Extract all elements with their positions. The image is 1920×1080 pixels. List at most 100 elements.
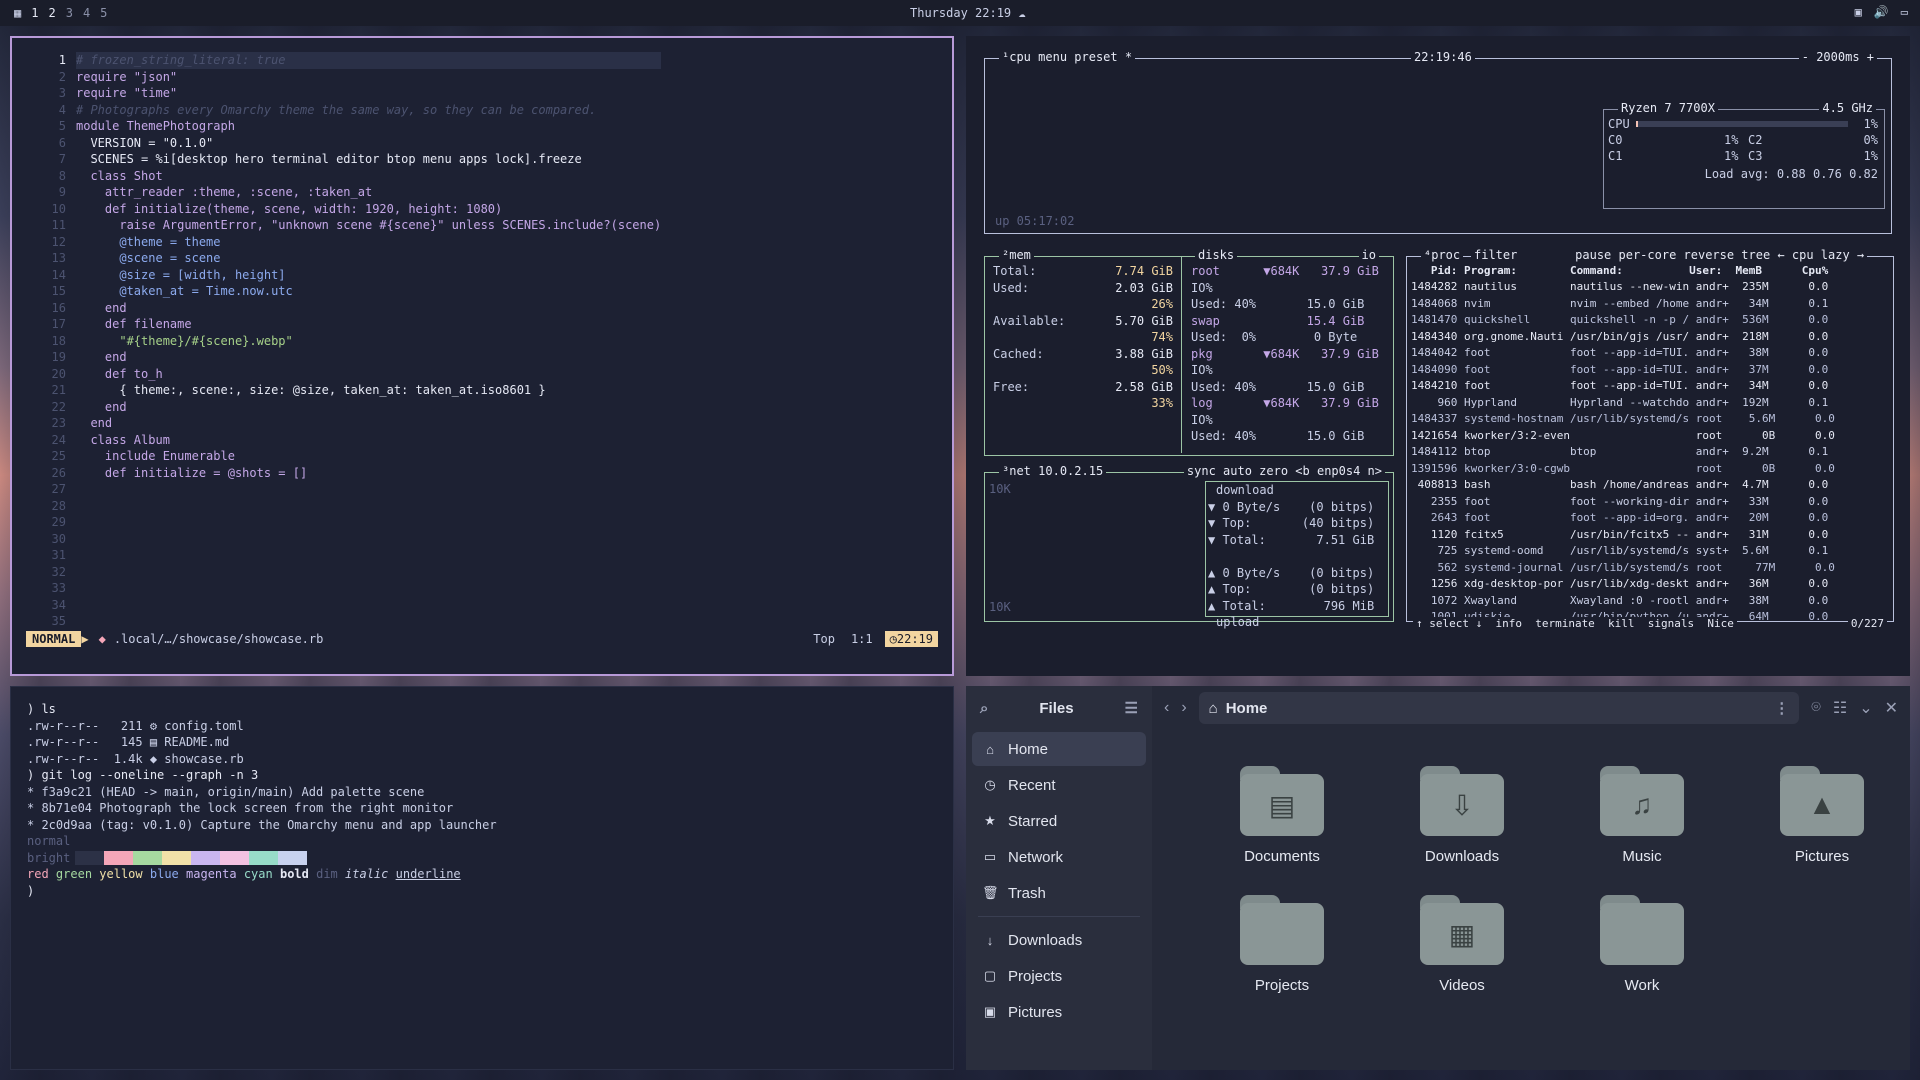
process-row[interactable]: 1421654 kworker/3:2-even root 0B 0.0 (1411, 428, 1835, 445)
code-line: end (76, 300, 127, 315)
workspace-5[interactable]: 5 (100, 6, 107, 20)
process-row[interactable]: 960 Hyprland Hyprland --watchdo andr+ 19… (1411, 395, 1835, 412)
folder-projects[interactable]: Projects (1192, 895, 1372, 994)
proc-options[interactable]: filter pause per-core reverse tree ← cpu… (1471, 248, 1868, 262)
folder-work[interactable]: Work (1552, 895, 1732, 994)
volume-icon[interactable]: 🔊 (1874, 5, 1889, 19)
list-view-icon[interactable]: ☷ (1833, 698, 1847, 718)
code-area[interactable]: # frozen_string_literal: true require "js… (76, 52, 662, 481)
update-interval[interactable]: - 2000ms + (1798, 50, 1877, 64)
screen-icon[interactable]: ▣ (1855, 5, 1862, 19)
sidebar-item-home[interactable]: ⌂ Home (972, 732, 1146, 766)
folder-name: Projects (1254, 977, 1310, 994)
line-number: 25 (51, 449, 66, 463)
line-number: 24 (51, 432, 66, 447)
clock[interactable]: Thursday 22:19 ☁ (910, 6, 1026, 20)
proc-label[interactable]: ⁴proc (1421, 248, 1464, 262)
back-icon[interactable]: ‹ (1164, 699, 1169, 717)
process-row[interactable]: 2355 foot foot --working-dir andr+ 33M 0… (1411, 494, 1835, 511)
net-row: ▼ Top: (40 bitps) (1208, 516, 1375, 530)
workspace-4[interactable]: 4 (83, 6, 90, 20)
style-sample: yellow (99, 867, 143, 881)
app-title: Files (1039, 699, 1074, 717)
net-label[interactable]: ³net 10.0.2.15 (999, 464, 1107, 478)
folder-icon: ♫ (1600, 766, 1684, 836)
process-row[interactable]: 1484042 foot foot --app-id=TUI. andr+ 38… (1411, 345, 1835, 362)
editor-window[interactable]: 1 2 3 4 5 6 7 8 9 10 11 12 13 14 15 16 17 18 19 20 21 22 23 24 2… (10, 36, 954, 676)
style-sample: bold (279, 867, 309, 881)
sidebar-item-network[interactable]: ▭ Network (972, 840, 1146, 874)
forward-icon[interactable]: › (1181, 699, 1186, 717)
net-options[interactable]: sync auto zero <b enp0s4 n> (1183, 464, 1385, 478)
process-row[interactable]: 408813 bash bash /home/andreas andr+ 4.7… (1411, 477, 1835, 494)
folder-documents[interactable]: ▤ Documents (1192, 766, 1372, 865)
code-line: { theme:, scene:, size: @size, taken_at:… (76, 383, 546, 397)
process-row[interactable]: 1256 xdg-desktop-por /usr/lib/xdg-deskt … (1411, 576, 1835, 593)
folder-videos[interactable]: ▦ Videos (1372, 895, 1552, 994)
process-row[interactable]: 725 systemd-oomd /usr/lib/systemd/s syst… (1411, 543, 1835, 560)
sidebar-item-projects[interactable]: ▢ Projects (972, 959, 1146, 993)
sidebar-item-pictures[interactable]: ▣ Pictures (972, 995, 1146, 1029)
folder-music[interactable]: ♫ Music (1552, 766, 1732, 865)
folder-glyph: ▤ (1240, 774, 1324, 836)
proc-footer[interactable]: ↑ select ↓ info terminate kill signals N… (1413, 617, 1737, 630)
workspace-1[interactable]: 1 (31, 6, 38, 20)
process-row[interactable]: 1484337 systemd-hostnam /usr/lib/systemd… (1411, 411, 1835, 428)
process-row[interactable]: 1120 fcitx5 /usr/bin/fcitx5 -- andr+ 31M… (1411, 527, 1835, 544)
folder-glyph: ▲ (1780, 774, 1864, 836)
folder-downloads[interactable]: ⇩ Downloads (1372, 766, 1552, 865)
menu-icon[interactable]: ☰ (1125, 699, 1138, 717)
workspace-2[interactable]: 2 (48, 6, 55, 20)
process-row[interactable]: 1484282 nautilus nautilus --new-win andr… (1411, 279, 1835, 296)
files-window[interactable]: ⌕ Files ☰ ⌂ Home ◷ Recent ★ Starred ▭ Network 🗑 T… (966, 686, 1910, 1070)
btop-window[interactable]: ¹cpu menu preset * 22:19:46 - 2000ms + u… (966, 36, 1910, 676)
sidebar-divider (978, 916, 1140, 917)
process-row[interactable]: 2643 foot foot --app-id=org. andr+ 20M 0… (1411, 510, 1835, 527)
process-row[interactable]: 1391596 kworker/3:0-cgwb root 0B 0.0 (1411, 461, 1835, 478)
line-number: 35 (51, 614, 66, 628)
grid-icon[interactable]: ▦ (14, 6, 21, 20)
sidebar-item-downloads[interactable]: ↓ Downloads (972, 923, 1146, 957)
prompt[interactable]: ) (27, 883, 497, 900)
monitor-icon[interactable]: ▭ (1901, 5, 1908, 19)
sidebar-item-recent[interactable]: ◷ Recent (972, 768, 1146, 802)
disk-row: Used: 40% 15.0 GiB (1191, 297, 1365, 311)
process-row[interactable]: 1484090 foot foot --app-id=TUI. andr+ 37… (1411, 362, 1835, 379)
line-number: 12 (51, 234, 66, 249)
disks-label[interactable]: disks (1195, 248, 1238, 262)
cpu-tab[interactable]: ¹cpu (1002, 50, 1031, 64)
process-list[interactable]: 1484282 nautilus nautilus --new-win andr… (1411, 279, 1835, 626)
sidebar-item-starred[interactable]: ★ Starred (972, 804, 1146, 838)
workspace-3[interactable]: 3 (66, 6, 73, 20)
process-row[interactable]: 1481470 quickshell quickshell -n -p / an… (1411, 312, 1835, 329)
chevron-down-icon[interactable]: ⌄ (1859, 698, 1872, 718)
process-row[interactable]: 1484340 org.gnome.Nauti /usr/bin/gjs /us… (1411, 329, 1835, 346)
cpu-total-label: CPU (1608, 117, 1630, 131)
terminal-window[interactable]: ) ls .rw-r--r-- 211 ⚙ config.toml .rw-r--r… (10, 686, 954, 1070)
close-icon[interactable]: ✕ (1885, 698, 1898, 718)
mem-label[interactable]: ²mem (999, 248, 1034, 262)
preset-tab[interactable]: preset * (1074, 50, 1132, 64)
process-row[interactable]: 562 systemd-journal /usr/lib/systemd/s r… (1411, 560, 1834, 577)
disk-row: root ▼684K 37.9 GiB (1191, 264, 1379, 278)
process-row[interactable]: 1484068 nvim nvim --embed /home andr+ 34… (1411, 296, 1835, 313)
sidebar-item-trash[interactable]: 🗑 Trash (972, 876, 1146, 910)
downloads-icon: ↓ (986, 932, 994, 948)
mem-value: 33% (1151, 396, 1173, 410)
terminal-line: .rw-r--r-- 145 ▤ README.md (27, 735, 230, 749)
io-label[interactable]: io (1358, 248, 1379, 262)
camera-icon[interactable]: ⌾ (1811, 699, 1821, 717)
process-row[interactable]: 1484210 foot foot --app-id=TUI. andr+ 34… (1411, 378, 1835, 395)
style-sample: underline (395, 867, 461, 881)
code-line: module ThemePhotograph (76, 119, 235, 133)
mem-key: Cached: (993, 346, 1044, 361)
menu-tab[interactable]: menu (1038, 50, 1067, 64)
kebab-icon[interactable]: ⋮ (1774, 699, 1789, 717)
line-number: 30 (51, 531, 66, 546)
mem-row: Used: 2.03 GiB (993, 280, 1173, 297)
process-row[interactable]: 1484112 btop btop andr+ 9.2M 0.1 (1411, 444, 1835, 461)
process-row[interactable]: 1072 Xwayland Xwayland :0 -rootl andr+ 3… (1411, 593, 1835, 610)
path-bar[interactable]: ⌂ Home ⋮ (1198, 692, 1800, 724)
search-icon[interactable]: ⌕ (980, 700, 988, 717)
folder-pictures[interactable]: ▲ Pictures (1732, 766, 1910, 865)
